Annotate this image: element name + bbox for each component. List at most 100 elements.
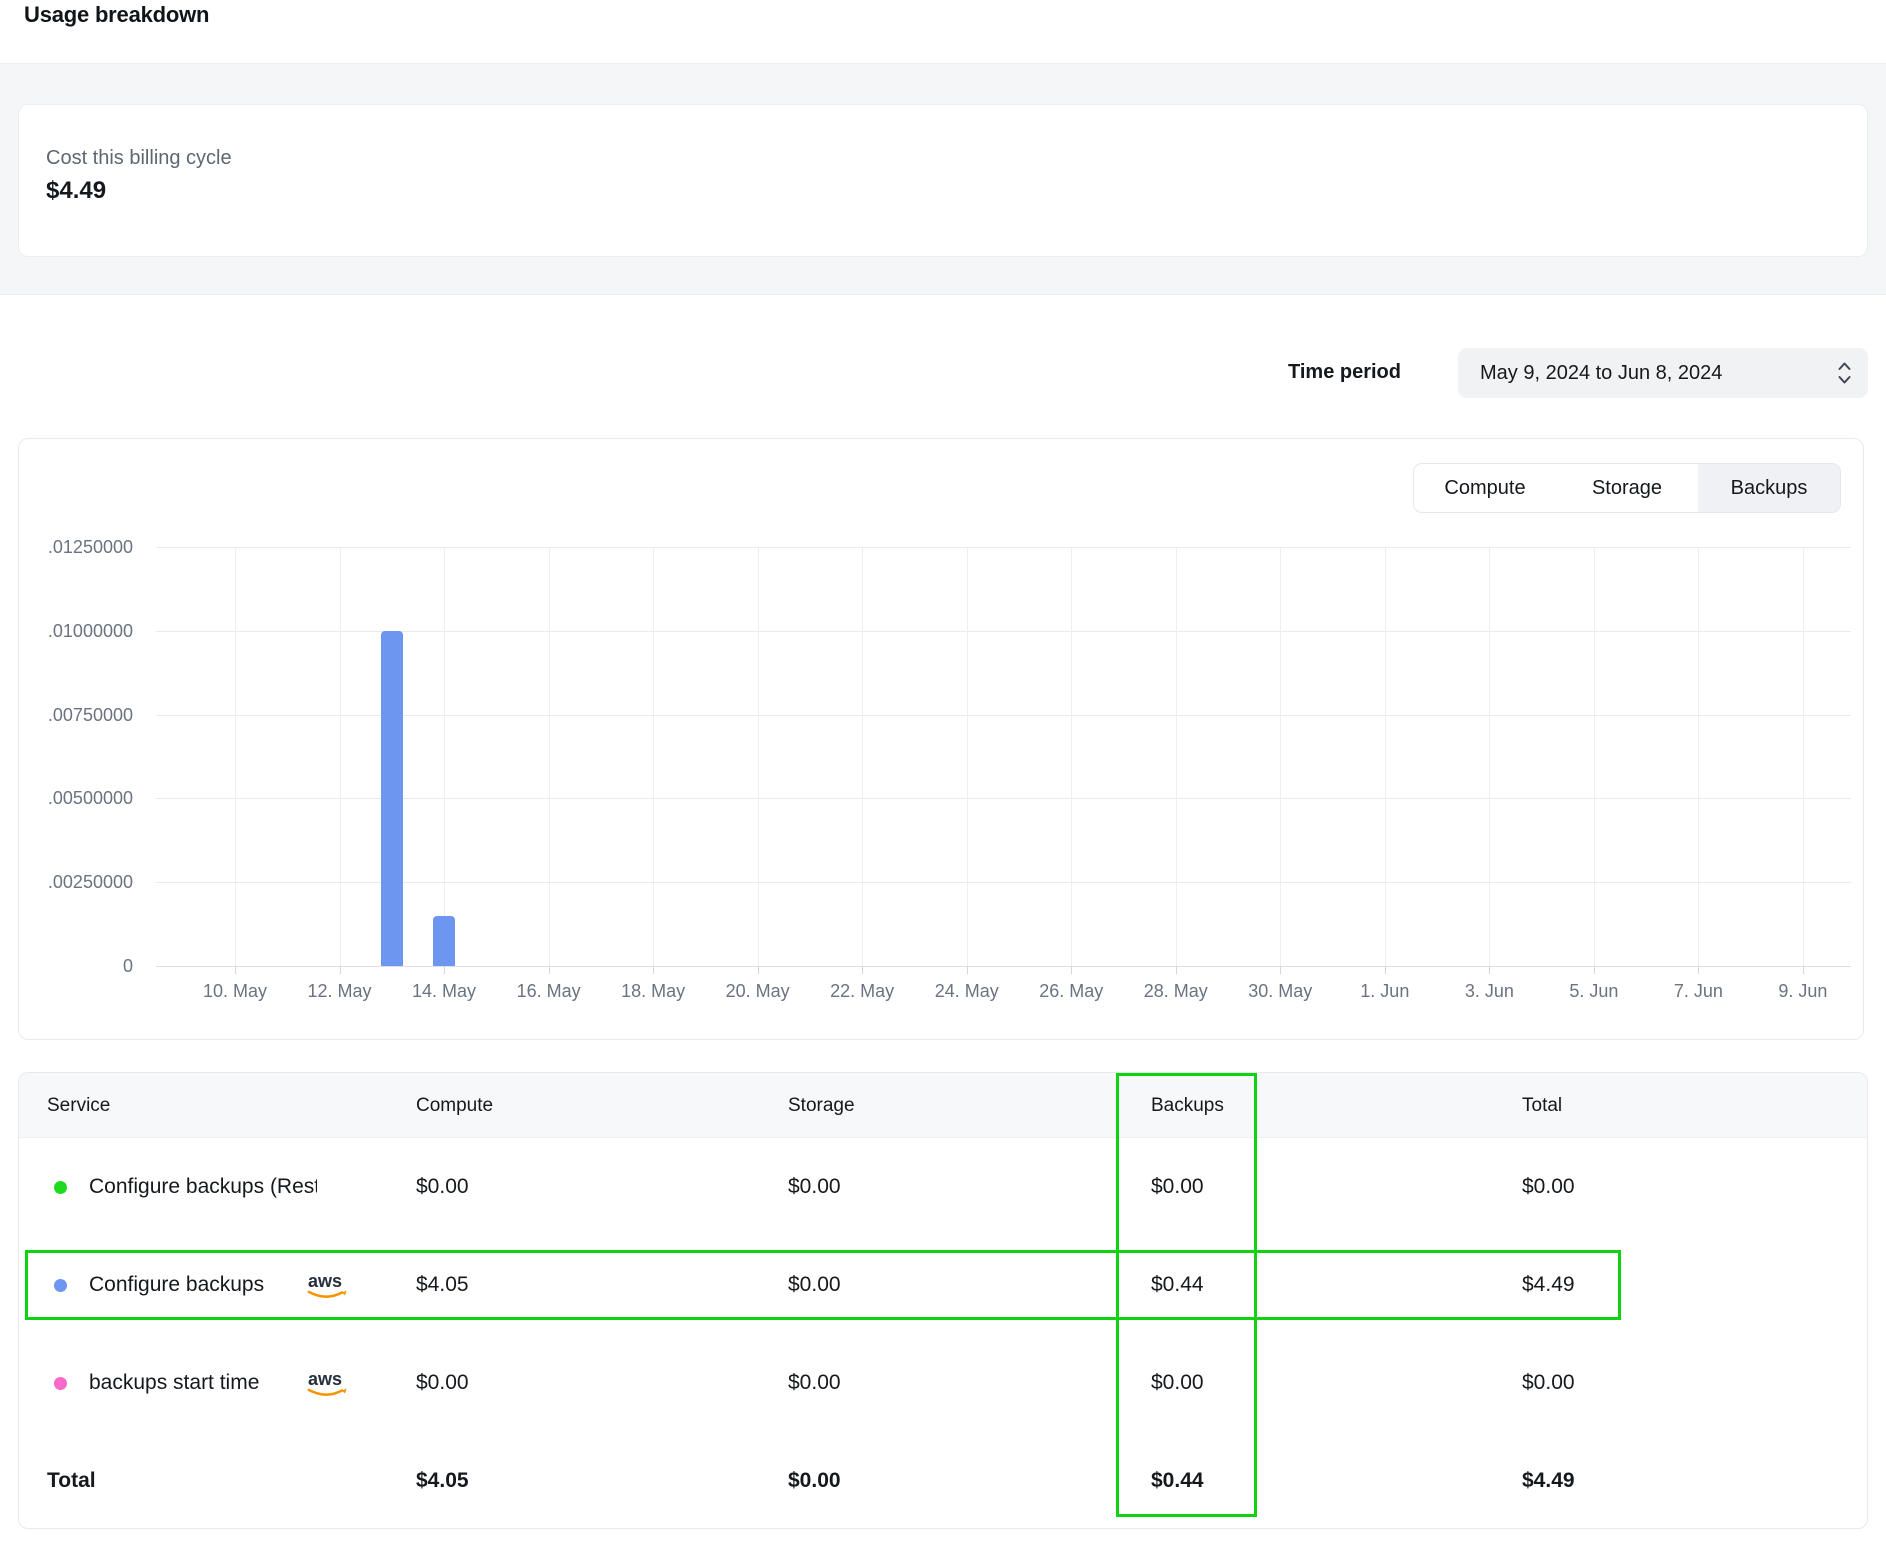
x-axis-tick	[967, 966, 968, 974]
column-header-total: Total	[1522, 1073, 1562, 1138]
x-axis-tick	[862, 966, 863, 974]
y-axis-label: .00500000	[23, 788, 133, 808]
x-axis-tick	[653, 966, 654, 974]
compute-total: $4.05	[416, 1432, 469, 1529]
y-gridline	[156, 966, 1851, 967]
x-gridline	[653, 547, 654, 966]
x-axis-tick	[758, 966, 759, 974]
x-gridline	[340, 547, 341, 966]
storage-cost: $0.00	[788, 1236, 841, 1334]
table-row: Configure backups aws $4.05 $0.00 $0.44 …	[19, 1236, 1867, 1334]
total-row-label: Total	[47, 1432, 96, 1529]
usage-breakdown-page: Usage breakdown Cost this billing cycle …	[0, 0, 1886, 1548]
chevron-updown-icon	[1837, 359, 1852, 387]
billing-summary-band: Cost this billing cycle $4.49	[0, 63, 1886, 295]
y-axis-label: .00250000	[23, 872, 133, 892]
table-total-row: Total $4.05 $0.00 $0.44 $4.49	[19, 1432, 1867, 1529]
x-axis-tick	[1176, 966, 1177, 974]
storage-cost: $0.00	[788, 1138, 841, 1236]
y-gridline	[156, 882, 1851, 883]
time-period-label: Time period	[1288, 361, 1401, 384]
backups-cost: $0.00	[1151, 1334, 1204, 1432]
x-axis-tick	[444, 966, 445, 974]
chart-bar-14-May	[433, 916, 455, 966]
x-gridline	[1594, 547, 1595, 966]
x-axis-label: 9. Jun	[1738, 981, 1868, 1002]
x-axis-tick	[1385, 966, 1386, 974]
usage-table: Service Compute Storage Backups Total Co…	[18, 1072, 1868, 1529]
y-gridline	[156, 798, 1851, 799]
total-cost: $4.49	[1522, 1236, 1575, 1334]
y-axis-label: .01000000	[23, 621, 133, 641]
x-gridline	[1803, 547, 1804, 966]
column-header-compute: Compute	[416, 1073, 493, 1138]
svg-text:aws: aws	[308, 1369, 342, 1389]
storage-cost: $0.00	[788, 1334, 841, 1432]
svg-text:aws: aws	[308, 1271, 342, 1291]
x-axis-tick	[1280, 966, 1281, 974]
x-axis-tick	[1698, 966, 1699, 974]
column-header-backups: Backups	[1151, 1073, 1224, 1138]
table-header-row: Service Compute Storage Backups Total	[19, 1073, 1867, 1138]
usage-chart-card: .01250000 .01000000 .00750000 .00500000 .002…	[18, 438, 1864, 1040]
x-gridline	[1071, 547, 1072, 966]
x-axis-tick	[340, 966, 341, 974]
x-gridline	[235, 547, 236, 966]
x-axis-tick	[1071, 966, 1072, 974]
series-color-dot	[54, 1181, 67, 1194]
cost-card-label: Cost this billing cycle	[46, 147, 232, 170]
x-axis-tick	[1803, 966, 1804, 974]
cost-card: Cost this billing cycle $4.49	[18, 104, 1868, 257]
tab-backups[interactable]: Backups	[1698, 464, 1840, 512]
service-name: Configure backups	[89, 1236, 264, 1334]
x-gridline	[1176, 547, 1177, 966]
x-gridline	[444, 547, 445, 966]
x-gridline	[1698, 547, 1699, 966]
table-row: backups start time aws $0.00 $0.00 $0.00…	[19, 1334, 1867, 1432]
tab-compute[interactable]: Compute	[1414, 464, 1556, 512]
y-gridline	[156, 715, 1851, 716]
y-axis-label: .00750000	[23, 705, 133, 725]
page-title: Usage breakdown	[24, 2, 209, 28]
backups-total: $0.44	[1151, 1432, 1204, 1529]
x-gridline	[758, 547, 759, 966]
backups-cost: $0.44	[1151, 1236, 1204, 1334]
table-row: Configure backups (Resto $0.00 $0.00 $0.…	[19, 1138, 1867, 1236]
x-gridline	[967, 547, 968, 966]
total-cost: $0.00	[1522, 1138, 1575, 1236]
compute-cost: $4.05	[416, 1236, 469, 1334]
y-axis-label: 0	[23, 956, 133, 976]
grand-total: $4.49	[1522, 1432, 1575, 1529]
x-gridline	[1489, 547, 1490, 966]
compute-cost: $0.00	[416, 1334, 469, 1432]
x-gridline	[1385, 547, 1386, 966]
series-color-dot	[54, 1377, 67, 1390]
x-axis-tick	[549, 966, 550, 974]
backups-cost: $0.00	[1151, 1138, 1204, 1236]
x-gridline	[1280, 547, 1281, 966]
x-axis-tick	[1489, 966, 1490, 974]
backups-bar-chart: .01250000 .01000000 .00750000 .00500000 .002…	[19, 439, 1863, 1039]
y-axis-label: .01250000	[23, 537, 133, 557]
x-axis-tick	[235, 966, 236, 974]
total-cost: $0.00	[1522, 1334, 1575, 1432]
cost-card-value: $4.49	[46, 177, 106, 205]
chart-view-tabs: Compute Storage Backups	[1413, 463, 1841, 513]
compute-cost: $0.00	[416, 1138, 469, 1236]
aws-logo-icon: aws	[303, 1268, 351, 1307]
column-header-storage: Storage	[788, 1073, 855, 1138]
x-gridline	[862, 547, 863, 966]
time-period-select[interactable]: May 9, 2024 to Jun 8, 2024	[1458, 348, 1868, 398]
aws-logo-icon: aws	[303, 1366, 351, 1405]
tab-storage[interactable]: Storage	[1556, 464, 1698, 512]
y-gridline	[156, 631, 1851, 632]
service-name: Configure backups (Resto	[89, 1138, 317, 1236]
service-name: backups start time	[89, 1334, 259, 1432]
time-period-value: May 9, 2024 to Jun 8, 2024	[1480, 362, 1837, 385]
storage-total: $0.00	[788, 1432, 841, 1529]
x-axis-tick	[1594, 966, 1595, 974]
series-color-dot	[54, 1279, 67, 1292]
x-gridline	[549, 547, 550, 966]
column-header-service: Service	[47, 1073, 110, 1138]
chart-bar-13-May	[381, 631, 403, 966]
